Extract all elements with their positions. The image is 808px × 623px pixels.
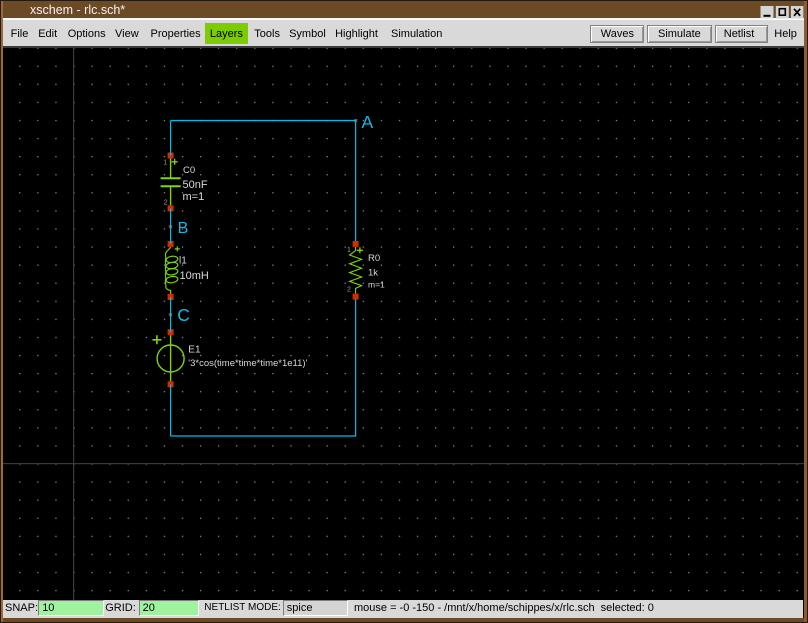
svg-text:10mH: 10mH xyxy=(180,270,209,282)
svg-text:C: C xyxy=(177,305,190,325)
svg-text:1k: 1k xyxy=(368,267,378,278)
svg-text:2: 2 xyxy=(164,199,168,206)
svg-text:m=1: m=1 xyxy=(368,280,385,290)
svg-text:50nF: 50nF xyxy=(183,179,208,191)
svg-text:A: A xyxy=(362,112,374,132)
svg-text:C0: C0 xyxy=(183,165,195,176)
svg-text:R0: R0 xyxy=(368,253,380,264)
svg-text:m=1: m=1 xyxy=(183,191,205,203)
svg-text:'3*cos(time*time*time*1e11)': '3*cos(time*time*time*1e11)' xyxy=(188,358,307,369)
svg-text:l1: l1 xyxy=(179,255,187,266)
svg-text:B: B xyxy=(178,220,189,237)
svg-text:2: 2 xyxy=(347,287,351,294)
svg-text:1: 1 xyxy=(347,247,351,254)
svg-text:E1: E1 xyxy=(188,344,201,355)
svg-text:1: 1 xyxy=(163,160,167,167)
